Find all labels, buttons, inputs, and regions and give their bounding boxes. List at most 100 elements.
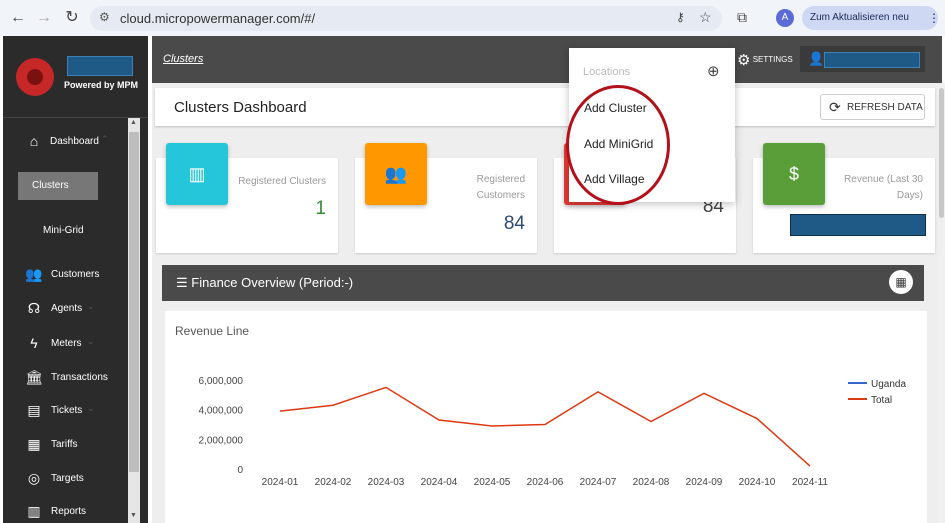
chevron-down-icon: ⌄	[87, 336, 95, 346]
scroll-up-icon[interactable]: ▲	[130, 119, 137, 126]
scroll-down-icon[interactable]: ▼	[130, 512, 137, 519]
card-registered-customers: 👥 Registered Customers 84	[355, 143, 537, 253]
page-scrollbar[interactable]	[938, 83, 945, 523]
menu-dots-icon[interactable]: ⋮	[928, 6, 940, 30]
card-registered-clusters: ▥ Registered Clusters 1	[156, 143, 338, 253]
user-menu[interactable]: 👤	[800, 46, 925, 72]
add-location-icon: ⊕	[707, 63, 720, 80]
map-icon: ▥	[166, 143, 228, 205]
sidebar-item-reports[interactable]: ▥ Reports	[3, 500, 128, 523]
finance-overview-bar: ☰ Finance Overview (Period:-) ▦	[162, 265, 924, 301]
browser-toolbar: ← → ↻ ⚙ cloud.micropowermanager.com/#/ ⚷…	[0, 0, 945, 47]
back-icon[interactable]: ←	[8, 8, 28, 28]
refresh-data-button[interactable]: ⟳ REFRESH DATA	[820, 94, 925, 120]
gear-icon: ⚙	[737, 52, 751, 69]
sidebar-item-clusters[interactable]: Clusters	[18, 172, 98, 200]
people-icon: 👥	[365, 143, 427, 205]
headset-icon: ☊	[27, 300, 41, 316]
calendar-icon[interactable]: ▦	[889, 270, 913, 294]
dropdown-header: Locations	[583, 66, 631, 78]
revenue-chart-card: Revenue Line 6,000,000 4,000,000 2,000,000…	[165, 311, 927, 523]
powered-by-label: Powered by MPM	[64, 80, 139, 90]
x-tick-label: 2024-02	[315, 477, 352, 488]
legend-label: Total	[871, 395, 892, 406]
y-tick-label: 4,000,000	[199, 406, 244, 417]
key-icon[interactable]: ⚷	[676, 10, 685, 24]
page-title: Clusters Dashboard	[174, 99, 307, 116]
scrollbar-thumb[interactable]	[129, 132, 139, 472]
sidebar-item-label: Tickets	[51, 405, 83, 416]
y-tick-label: 0	[237, 465, 243, 476]
forward-icon[interactable]: →	[34, 8, 54, 28]
company-name-redacted	[67, 56, 133, 76]
revenue-line-chart: 6,000,000 4,000,000 2,000,000 0 2024-01 2024-…	[199, 376, 907, 488]
revenue-value-redacted	[790, 214, 926, 236]
chevron-down-icon: ⌄	[87, 301, 95, 311]
top-bar: Clusters ⚙ SETTINGS 👤	[152, 36, 942, 83]
card-revenue: $ Revenue (Last 30 Days)	[753, 143, 935, 253]
settings-button[interactable]: ⚙ SETTINGS	[737, 51, 793, 69]
sidebar-item-label: Reports	[51, 506, 87, 517]
y-tick-label: 2,000,000	[199, 435, 244, 446]
username-redacted	[824, 52, 920, 68]
tariff-icon: ▦	[27, 436, 41, 452]
sidebar-item-customers[interactable]: 👥 Customers	[3, 263, 128, 287]
people-icon: 👥	[25, 266, 43, 282]
sidebar-item-tariffs[interactable]: ▦ Tariffs	[3, 433, 128, 457]
sidebar-item-label: Targets	[51, 473, 84, 484]
x-tick-label: 2024-01	[262, 477, 299, 488]
home-icon: ⌂	[29, 133, 39, 149]
url-text[interactable]: cloud.micropowermanager.com/#/	[120, 11, 315, 26]
x-tick-label: 2024-04	[421, 477, 458, 488]
breadcrumb[interactable]: Clusters	[163, 53, 203, 65]
update-button[interactable]: Zum Aktualisieren neu starten ⋮	[802, 6, 940, 47]
sidebar-item-meters[interactable]: ϟ Meters ⌄	[3, 332, 128, 356]
x-tick-label: 2024-08	[633, 477, 670, 488]
star-icon[interactable]: ☆	[699, 9, 712, 26]
highlight-circle	[566, 85, 670, 205]
dollar-icon: $	[763, 143, 825, 205]
bank-icon: 🏛	[25, 369, 43, 385]
sidebar: Powered by MPM ⌂ Dashboard ⌃ Clusters Mi…	[3, 36, 148, 523]
target-icon: ◎	[27, 470, 41, 486]
extensions-icon[interactable]: ⧉	[737, 9, 747, 26]
dashboard-header: Clusters Dashboard ⟳ REFRESH DATA	[155, 88, 935, 126]
sidebar-item-label: Tariffs	[51, 439, 78, 450]
sidebar-item-mini-grid[interactable]: Mini-Grid	[43, 225, 84, 236]
refresh-label: REFRESH DATA	[847, 102, 923, 113]
sidebar-item-label: Customers	[51, 269, 100, 280]
sidebar-scrollbar[interactable]: ▲ ▼	[128, 118, 140, 523]
bolt-icon: ϟ	[30, 335, 38, 351]
sidebar-item-label: Agents	[51, 303, 83, 314]
report-icon: ▥	[27, 503, 41, 519]
reload-icon[interactable]: ↻	[62, 8, 82, 28]
x-tick-label: 2024-11	[792, 477, 828, 488]
chevron-up-icon: ⌃	[101, 134, 109, 144]
x-tick-label: 2024-07	[580, 477, 617, 488]
sidebar-item-label: Transactions	[51, 372, 108, 383]
legend-label: Uganda	[871, 379, 906, 390]
address-bar[interactable]: ⚙ cloud.micropowermanager.com/#/ ⚷ ☆	[90, 6, 722, 31]
sidebar-item-label: Meters	[51, 338, 82, 349]
scrollbar-thumb[interactable]	[939, 88, 944, 218]
finance-title: ☰ Finance Overview (Period:-)	[176, 275, 353, 291]
x-tick-label: 2024-09	[686, 477, 723, 488]
sidebar-item-dashboard[interactable]: ⌂ Dashboard ⌃	[3, 130, 128, 154]
card-label: Registered Customers	[476, 174, 525, 201]
x-tick-label: 2024-03	[368, 477, 405, 488]
sidebar-item-tickets[interactable]: ▤ Tickets ⌄	[3, 399, 128, 423]
site-info-icon[interactable]: ⚙	[99, 10, 110, 24]
refresh-icon: ⟳	[829, 99, 841, 115]
card-label: Revenue (Last 30 Days)	[844, 174, 923, 201]
settings-label: SETTINGS	[752, 55, 793, 65]
sidebar-item-targets[interactable]: ◎ Targets	[3, 467, 128, 491]
y-tick-label: 6,000,000	[199, 376, 244, 387]
x-tick-label: 2024-10	[739, 477, 776, 488]
x-tick-label: 2024-05	[474, 477, 511, 488]
sidebar-item-label: Dashboard	[50, 136, 99, 147]
list-icon: ☰	[176, 275, 188, 290]
sidebar-item-agents[interactable]: ☊ Agents ⌄	[3, 297, 128, 321]
sidebar-item-transactions[interactable]: 🏛 Transactions	[3, 366, 128, 390]
card-label: Registered Clusters	[238, 176, 326, 187]
profile-avatar[interactable]: A	[776, 9, 794, 27]
